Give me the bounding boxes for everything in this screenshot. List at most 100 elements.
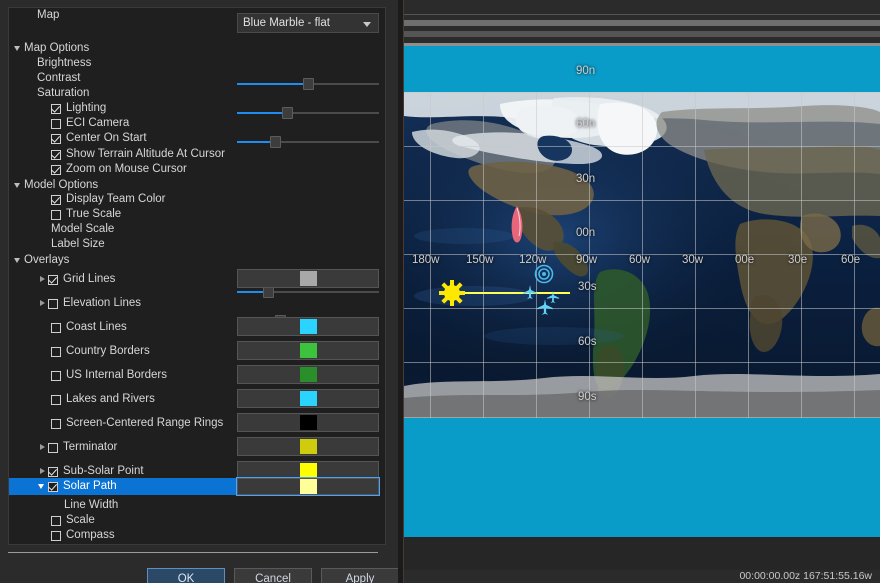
color-button-screen-centered-range-rings[interactable] (237, 413, 379, 432)
tree-row-center-on-start[interactable]: Center On Start (9, 131, 385, 146)
checkbox-elevation-lines[interactable] (48, 298, 58, 309)
grid-line-horizontal (404, 308, 880, 309)
lon-label-90w: 90w (576, 254, 598, 266)
checkbox-compass[interactable] (51, 530, 61, 541)
tree-label-display-team-color: Display Team Color (66, 193, 166, 205)
checkbox-country-borders[interactable] (51, 346, 61, 357)
sub-solar-point-marker[interactable] (439, 280, 465, 306)
checkbox-zoom-on-mouse-cursor[interactable] (51, 164, 61, 175)
checkbox-solar-path[interactable] (48, 481, 58, 492)
toolbar-bar (404, 20, 880, 26)
tree-label-sub-solar-point: Sub-Solar Point (63, 465, 144, 477)
map-select[interactable]: Blue Marble - flat (237, 13, 379, 33)
tree-label-terminator: Terminator (63, 441, 118, 453)
sensor-range-icon[interactable] (534, 264, 554, 284)
tree-row-contrast[interactable]: Contrast (9, 71, 385, 86)
tree-row-scale[interactable]: Scale (9, 513, 385, 528)
color-swatch (299, 391, 317, 406)
color-button-grid-lines[interactable] (237, 269, 379, 288)
chevron-down-icon[interactable] (37, 479, 48, 494)
chevron-right-icon[interactable] (37, 272, 48, 287)
toolbar-bar (404, 14, 880, 15)
checkbox-center-on-start[interactable] (51, 133, 61, 144)
color-swatch (299, 439, 317, 454)
checkbox-lighting[interactable] (51, 103, 61, 114)
tree-row-elevation-lines[interactable]: Elevation Lines (9, 296, 385, 311)
grid-line-horizontal (404, 200, 880, 201)
chevron-down-icon[interactable] (13, 41, 24, 56)
map-toolbar[interactable] (404, 0, 880, 46)
lon-label-150w: 150w (466, 254, 494, 266)
checkbox-lakes-and-rivers[interactable] (51, 394, 61, 405)
color-swatch (299, 479, 317, 494)
checkbox-true-scale[interactable] (51, 209, 61, 220)
chevron-right-icon[interactable] (37, 296, 48, 311)
color-button-solar-path[interactable] (236, 477, 380, 496)
checkbox-scale[interactable] (51, 515, 61, 526)
tree-label-map: Map (37, 9, 60, 21)
tree-row-line-width[interactable]: Line Width (9, 498, 385, 513)
tree-row-compass[interactable]: Compass (9, 528, 385, 543)
tree-label-show-terrain-altitude: Show Terrain Altitude At Cursor (66, 148, 225, 160)
map-settings-dialog: Map Blue Marble - flat Map Options Brigh… (0, 0, 399, 583)
tree-row-zoom-on-mouse-cursor[interactable]: Zoom on Mouse Cursor (9, 162, 385, 177)
red-track-marker[interactable] (504, 204, 530, 244)
checkbox-coast-lines[interactable] (51, 322, 61, 333)
map-view[interactable]: 90n 60n 30n 00n 30s 60s 90s 180w 150w 12… (404, 0, 880, 583)
lat-label-60s: 60s (578, 336, 597, 348)
tree-group-model-options[interactable]: Model Options (9, 178, 385, 193)
lon-label-00e: 00e (735, 254, 755, 266)
tree-row-model-scale[interactable]: Model Scale (9, 222, 385, 237)
tree-row-saturation[interactable]: Saturation (9, 86, 385, 101)
tree-label-solar-path: Solar Path (63, 480, 117, 492)
chevron-down-icon[interactable] (13, 253, 24, 268)
settings-tree[interactable]: Map Blue Marble - flat Map Options Brigh… (8, 7, 386, 545)
tree-group-overlays[interactable]: Overlays (9, 253, 385, 268)
ok-button[interactable]: OK (147, 568, 225, 583)
tree-label-contrast: Contrast (37, 72, 81, 84)
checkbox-eci-camera[interactable] (51, 118, 61, 129)
tree-row-eci-camera[interactable]: ECI Camera (9, 116, 385, 131)
chevron-right-icon[interactable] (37, 440, 48, 455)
cancel-button[interactable]: Cancel (234, 568, 312, 583)
tree-label-scale: Scale (66, 514, 95, 526)
tree-row-label-size[interactable]: Label Size (9, 237, 385, 252)
tree-row-true-scale[interactable]: True Scale (9, 207, 385, 222)
color-button-terminator[interactable] (237, 437, 379, 456)
color-button-country-borders[interactable] (237, 341, 379, 360)
lat-label-90s: 90s (578, 391, 597, 403)
tree-label-grid-lines: Grid Lines (63, 273, 116, 285)
color-swatch (299, 463, 317, 478)
tree-row-show-terrain-altitude[interactable]: Show Terrain Altitude At Cursor (9, 147, 385, 162)
lon-label-30e: 30e (788, 254, 808, 266)
globe-canvas[interactable]: 90n 60n 30n 00n 30s 60s 90s 180w 150w 12… (404, 46, 880, 537)
checkbox-sub-solar-point[interactable] (48, 466, 58, 477)
checkbox-show-terrain-altitude[interactable] (51, 149, 61, 160)
tree-label-eci-camera: ECI Camera (66, 117, 130, 129)
tree-label-map-options: Map Options (24, 42, 90, 54)
grid-line-horizontal (404, 92, 880, 93)
color-button-coast-lines[interactable] (237, 317, 379, 336)
tree-row-solar-path[interactable]: Solar Path (9, 478, 237, 495)
tree-label-coast-lines: Coast Lines (66, 321, 127, 333)
tree-row-display-team-color[interactable]: Display Team Color (9, 192, 385, 207)
tree-group-map-options[interactable]: Map Options (9, 41, 385, 56)
lon-label-180w: 180w (412, 254, 440, 266)
color-button-us-internal-borders[interactable] (237, 365, 379, 384)
tree-label-line-width: Line Width (64, 499, 119, 511)
color-button-lakes-and-rivers[interactable] (237, 389, 379, 408)
checkbox-screen-centered-range-rings[interactable] (51, 418, 61, 429)
checkbox-display-team-color[interactable] (51, 194, 61, 205)
checkbox-grid-lines[interactable] (48, 274, 58, 285)
checkbox-us-internal-borders[interactable] (51, 370, 61, 381)
color-swatch (299, 415, 317, 430)
tree-row-brightness[interactable]: Brightness (9, 56, 385, 71)
checkbox-terminator[interactable] (48, 442, 58, 453)
tree-row-lighting[interactable]: Lighting (9, 101, 385, 116)
aircraft-icon[interactable] (546, 290, 560, 304)
apply-button[interactable]: Apply (321, 568, 399, 583)
grid-line-horizontal (404, 417, 880, 418)
chevron-right-icon[interactable] (37, 464, 48, 479)
tree-label-zoom-on-mouse-cursor: Zoom on Mouse Cursor (66, 163, 187, 175)
chevron-down-icon[interactable] (13, 178, 24, 193)
